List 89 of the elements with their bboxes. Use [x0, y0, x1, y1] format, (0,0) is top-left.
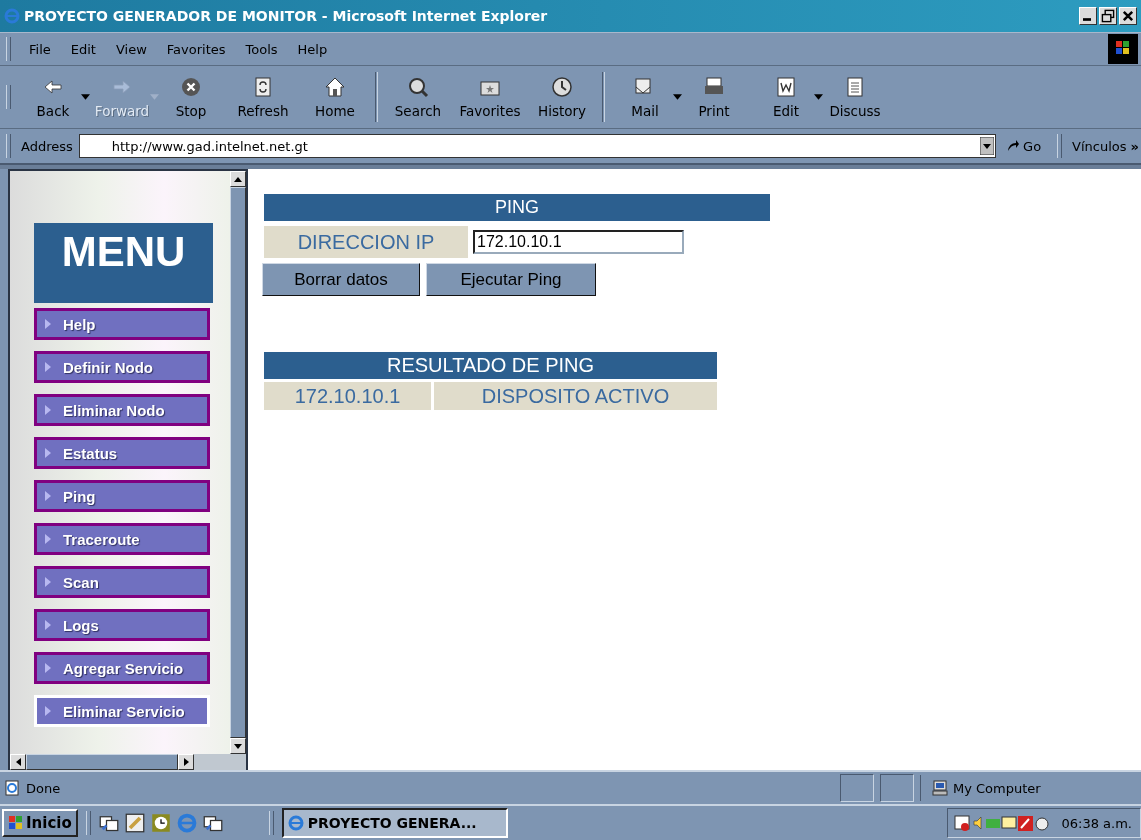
ip-input-field[interactable]: 172.10.10.1	[473, 230, 684, 254]
address-label: Address	[21, 138, 74, 154]
triangle-icon	[45, 577, 51, 587]
browser-icon	[4, 8, 20, 24]
triangle-icon	[45, 362, 51, 372]
triangle-icon	[45, 319, 51, 329]
more-chevron[interactable]: »	[1130, 138, 1141, 154]
close-button[interactable]	[1119, 7, 1137, 25]
dropdown-button-icon[interactable]	[980, 137, 995, 155]
menu-button[interactable]: Help	[34, 308, 210, 340]
toolbar-button[interactable]: Discuss	[819, 73, 891, 121]
triangle-icon	[45, 663, 51, 673]
menu-button[interactable]: Agregar Servicio	[34, 652, 210, 684]
menu-header: MENU	[34, 223, 213, 303]
field-label: DIRECCION IP	[264, 226, 468, 258]
arrow-icon	[1006, 139, 1021, 153]
menu-button[interactable]: Estatus	[34, 437, 210, 469]
dropdown-caret-icon[interactable]	[81, 94, 90, 100]
status-text: Done	[26, 780, 61, 796]
menu-item[interactable]: File	[21, 41, 59, 57]
pencil-icon[interactable]	[124, 813, 145, 833]
down-arrow-icon	[234, 743, 242, 749]
toolbar-button[interactable]: Favorites	[454, 73, 526, 121]
triangle-icon	[45, 405, 51, 415]
up-arrow-icon	[234, 176, 242, 182]
form-button[interactable]: Ejecutar Ping	[426, 263, 596, 296]
go-button[interactable]: Go	[1000, 138, 1048, 154]
result-header: RESULTADO DE PING	[264, 352, 717, 379]
table-cell: 172.10.10.1	[264, 382, 431, 410]
triangle-icon	[45, 448, 51, 458]
windows-flag-icon	[8, 815, 24, 831]
menu-item[interactable]: View	[107, 41, 155, 57]
zone-text: My Computer	[953, 780, 1041, 796]
toolbar-button[interactable]: Print	[678, 73, 750, 121]
menu-button[interactable]: Traceroute	[34, 523, 210, 555]
status-pane	[880, 774, 914, 802]
search-icon	[406, 75, 430, 99]
address-field[interactable]: http://www.gad.intelnet.net.gt	[78, 134, 997, 158]
vertical-scrollbar[interactable]	[230, 171, 246, 754]
toolbar-button[interactable]: Home	[299, 73, 371, 121]
clock-icon	[550, 75, 574, 99]
left-arrow-icon	[15, 758, 21, 766]
home-icon	[323, 75, 347, 99]
table-cell: DISPOSITO ACTIVO	[434, 382, 717, 410]
form-button[interactable]: Borrar datos	[262, 263, 420, 296]
links-label[interactable]: Vínculos	[1072, 138, 1127, 154]
minimize-icon	[1083, 18, 1091, 21]
toolbar-button[interactable]: Back	[17, 73, 89, 121]
restore-icon	[1101, 9, 1115, 23]
menu-button[interactable]: Eliminar Servicio	[34, 695, 210, 727]
toolbar-button[interactable]: History	[526, 73, 598, 121]
document-icon	[774, 75, 798, 99]
menu-button[interactable]: Scan	[34, 566, 210, 598]
horizontal-scrollbar[interactable]	[10, 754, 246, 770]
window-title: PROYECTO GENERADOR DE MONITOR - Microsoft Internet Explorer	[24, 8, 549, 24]
toolbar-button[interactable]: Edit	[750, 73, 822, 121]
menu-button[interactable]: Logs	[34, 609, 210, 641]
toolbar-button[interactable]: Mail	[609, 73, 681, 121]
start-button[interactable]: Inicio	[2, 809, 78, 837]
menu-button[interactable]: Ping	[34, 480, 210, 512]
computer-icon	[931, 780, 949, 796]
dropdown-caret-icon[interactable]	[814, 94, 823, 100]
menu-item[interactable]: Favorites	[158, 41, 234, 57]
stop-icon	[179, 75, 203, 99]
clock-icon[interactable]	[150, 813, 171, 833]
toolbar-button[interactable]: Stop	[155, 73, 227, 121]
page-icon	[4, 780, 20, 796]
triangle-icon	[45, 491, 51, 501]
status-pane	[840, 774, 874, 802]
windows-logo-icon	[1105, 34, 1141, 64]
menu-button[interactable]: Definir Nodo	[34, 351, 210, 383]
triangle-icon	[45, 706, 51, 716]
triangle-icon	[45, 620, 51, 630]
toolbar-button[interactable]: Search	[382, 73, 454, 121]
toolbar-button[interactable]: Refresh	[227, 73, 299, 121]
menu-item[interactable]: Help	[289, 41, 336, 57]
clock-text: 06:38 a.m.	[1061, 815, 1132, 831]
triangle-icon	[45, 534, 51, 544]
dropdown-caret-icon[interactable]	[673, 94, 682, 100]
minimize-button[interactable]	[1079, 7, 1097, 25]
menu-button[interactable]: Eliminar Nodo	[34, 394, 210, 426]
restore-button[interactable]	[1099, 7, 1117, 25]
right-arrow-icon	[183, 758, 189, 766]
close-icon	[1121, 9, 1135, 23]
browser-icon	[287, 815, 304, 831]
menu-item[interactable]: Edit	[62, 41, 104, 57]
form-header: PING	[264, 194, 770, 221]
menu-item[interactable]: Tools	[237, 41, 286, 57]
taskbar-button[interactable]: PROYECTO GENERA...	[281, 808, 508, 838]
